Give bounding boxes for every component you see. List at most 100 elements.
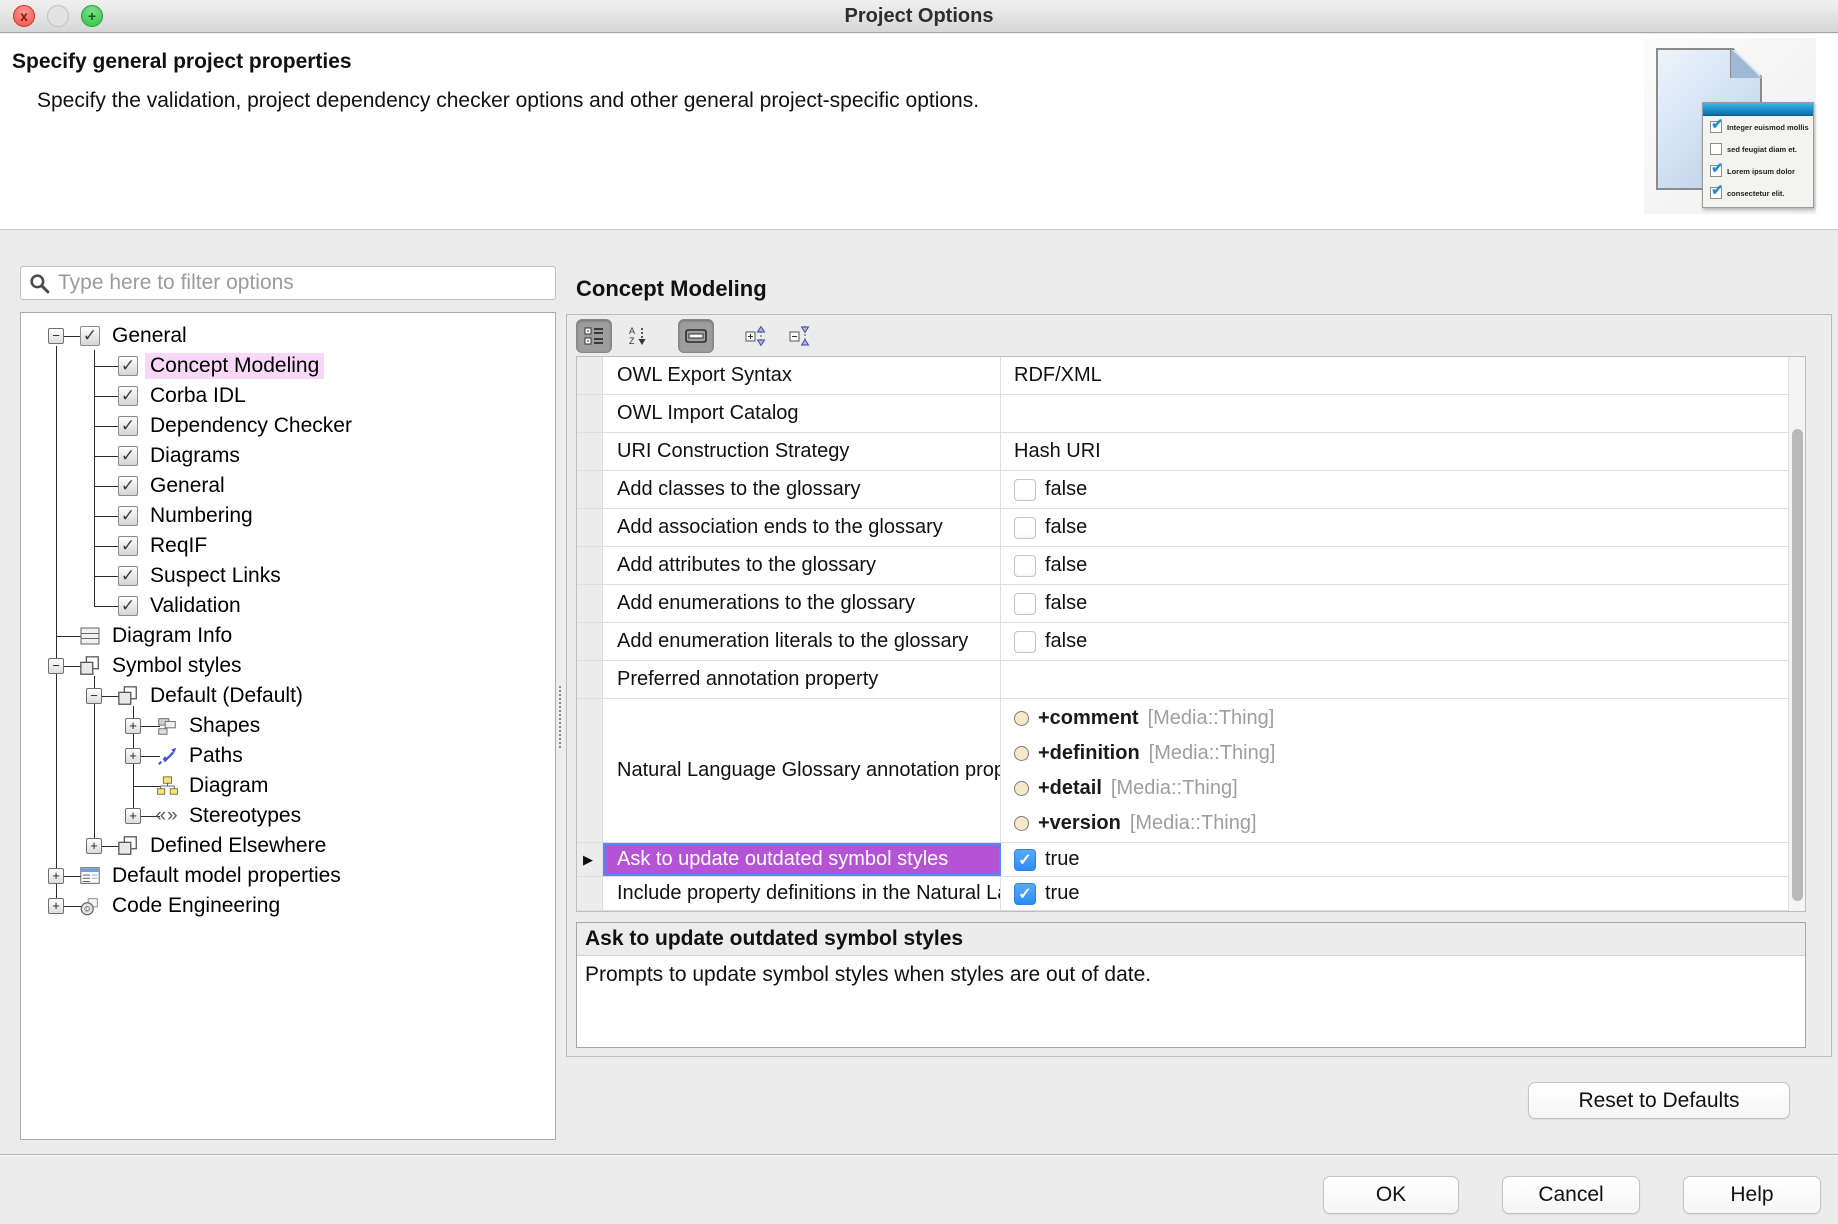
property-name[interactable]: Add attributes to the glossary: [603, 547, 1001, 584]
property-row-owl-export-syntax[interactable]: OWL Export SyntaxRDF/XML: [577, 357, 1805, 395]
property-value[interactable]: false: [1001, 585, 1805, 622]
tree-item-validation[interactable]: ✓Validation: [21, 591, 555, 621]
tree-item-shapes[interactable]: +Shapes: [21, 711, 555, 741]
annotation-property-item[interactable]: +definition[Media::Thing]: [1014, 736, 1275, 771]
reset-to-defaults-button[interactable]: Reset to Defaults: [1528, 1082, 1790, 1119]
property-value[interactable]: Hash URI: [1001, 433, 1805, 470]
tree-collapse-toggle[interactable]: −: [48, 328, 64, 344]
tree-item-numbering[interactable]: ✓Numbering: [21, 501, 555, 531]
tree-expand-toggle[interactable]: +: [48, 898, 64, 914]
property-name[interactable]: Preferred annotation property: [603, 661, 1001, 698]
collapse-all-button[interactable]: [782, 319, 818, 353]
tree-item-suspect-links[interactable]: ✓Suspect Links: [21, 561, 555, 591]
property-name[interactable]: OWL Import Catalog: [603, 395, 1001, 432]
property-value[interactable]: ✓true: [1001, 877, 1805, 910]
tree-item-concept-modeling[interactable]: ✓Concept Modeling: [21, 351, 555, 381]
property-row-uri-construction-strategy[interactable]: URI Construction StrategyHash URI: [577, 433, 1805, 471]
property-value[interactable]: +comment[Media::Thing]+definition[Media:…: [1001, 699, 1805, 842]
property-row-add-enumeration-literals-to-the-glossary[interactable]: Add enumeration literals to the glossary…: [577, 623, 1805, 661]
property-value[interactable]: false: [1001, 509, 1805, 546]
filter-options-input[interactable]: [58, 271, 555, 295]
checkbox-unchecked[interactable]: [1014, 555, 1036, 577]
tree-item-general[interactable]: −✓General: [21, 321, 555, 351]
tree-checkbox[interactable]: ✓: [118, 416, 138, 436]
tree-item-diagram[interactable]: Diagram: [21, 771, 555, 801]
tree-item-code-engineering[interactable]: +DCode Engineering: [21, 891, 555, 921]
tree-item-default-model-properties[interactable]: +Default model properties: [21, 861, 555, 891]
tree-checkbox[interactable]: ✓: [118, 386, 138, 406]
checkbox-unchecked[interactable]: [1014, 631, 1036, 653]
tree-checkbox[interactable]: ✓: [118, 536, 138, 556]
tree-item-defined-elsewhere[interactable]: +Defined Elsewhere: [21, 831, 555, 861]
tree-expand-toggle[interactable]: +: [125, 718, 141, 734]
property-name[interactable]: Add enumerations to the glossary: [603, 585, 1001, 622]
tree-item-paths[interactable]: +Paths: [21, 741, 555, 771]
tree-item-reqif[interactable]: ✓ReqIF: [21, 531, 555, 561]
tree-checkbox[interactable]: ✓: [118, 566, 138, 586]
property-row-preferred-annotation-property[interactable]: Preferred annotation property: [577, 661, 1805, 699]
cancel-button[interactable]: Cancel: [1502, 1176, 1640, 1214]
property-value[interactable]: RDF/XML: [1001, 357, 1805, 394]
show-description-button[interactable]: [678, 319, 714, 353]
annotation-property-item[interactable]: +detail[Media::Thing]: [1014, 771, 1238, 806]
property-value[interactable]: ✓true: [1001, 843, 1805, 876]
scrollbar-thumb[interactable]: [1792, 429, 1803, 901]
tree-item-general[interactable]: ✓General: [21, 471, 555, 501]
annotation-property-item[interactable]: +version[Media::Thing]: [1014, 806, 1257, 841]
tree-item-corba-idl[interactable]: ✓Corba IDL: [21, 381, 555, 411]
tree-collapse-toggle[interactable]: −: [48, 658, 64, 674]
tree-item-default-default[interactable]: −Default (Default): [21, 681, 555, 711]
property-row-add-classes-to-the-glossary[interactable]: Add classes to the glossaryfalse: [577, 471, 1805, 509]
categorized-view-button[interactable]: [576, 319, 612, 353]
tree-checkbox[interactable]: ✓: [118, 356, 138, 376]
checkbox-checked[interactable]: ✓: [1014, 849, 1036, 871]
property-row-ask-to-update-outdated-symbol-styles[interactable]: ▶Ask to update outdated symbol styles✓tr…: [577, 843, 1805, 877]
ok-button[interactable]: OK: [1323, 1176, 1459, 1214]
property-row-add-attributes-to-the-glossary[interactable]: Add attributes to the glossary false: [577, 547, 1805, 585]
property-row-natural-language-glossary-annotation-property-list[interactable]: Natural Language Glossary annotation pro…: [577, 699, 1805, 843]
property-row-add-association-ends-to-the-glossary[interactable]: Add association ends to the glossaryfals…: [577, 509, 1805, 547]
property-name[interactable]: Add association ends to the glossary: [603, 509, 1001, 546]
tree-checkbox[interactable]: ✓: [118, 476, 138, 496]
panel-splitter-handle[interactable]: [559, 686, 562, 748]
tree-checkbox[interactable]: ✓: [118, 596, 138, 616]
property-name[interactable]: OWL Export Syntax: [603, 357, 1001, 394]
tree-item-diagrams[interactable]: ✓Diagrams: [21, 441, 555, 471]
tree-checkbox[interactable]: ✓: [118, 446, 138, 466]
vertical-scrollbar[interactable]: [1788, 357, 1805, 911]
tree-collapse-toggle[interactable]: −: [86, 688, 102, 704]
property-name[interactable]: Natural Language Glossary annotation pro…: [603, 699, 1001, 842]
property-value[interactable]: false: [1001, 623, 1805, 660]
property-name[interactable]: Add classes to the glossary: [603, 471, 1001, 508]
tree-expand-toggle[interactable]: +: [125, 748, 141, 764]
sort-alphabetically-button[interactable]: A Z: [620, 319, 656, 353]
property-name[interactable]: URI Construction Strategy: [603, 433, 1001, 470]
tree-checkbox[interactable]: ✓: [118, 506, 138, 526]
tree-expand-toggle[interactable]: +: [48, 868, 64, 884]
property-row-owl-import-catalog[interactable]: OWL Import Catalog: [577, 395, 1805, 433]
tree-item-stereotypes[interactable]: +«»Stereotypes: [21, 801, 555, 831]
tree-expand-toggle[interactable]: +: [86, 838, 102, 854]
expand-all-button[interactable]: [738, 319, 774, 353]
property-row-add-enumerations-to-the-glossary[interactable]: Add enumerations to the glossaryfalse: [577, 585, 1805, 623]
property-name[interactable]: Add enumeration literals to the glossary: [603, 623, 1001, 660]
property-row-include-property-definitions-in-the-natural-langua[interactable]: Include property definitions in the Natu…: [577, 877, 1805, 911]
checkbox-unchecked[interactable]: [1014, 479, 1036, 501]
bool-value-label: false: [1045, 554, 1087, 577]
property-value[interactable]: false: [1001, 471, 1805, 508]
checkbox-unchecked[interactable]: [1014, 517, 1036, 539]
property-value[interactable]: false: [1001, 547, 1805, 584]
tree-item-dependency-checker[interactable]: ✓Dependency Checker: [21, 411, 555, 441]
property-name[interactable]: Include property definitions in the Natu…: [603, 877, 1001, 910]
tree-checkbox[interactable]: ✓: [80, 326, 100, 346]
tree-item-diagram-info[interactable]: Diagram Info: [21, 621, 555, 651]
tree-expand-toggle[interactable]: +: [125, 808, 141, 824]
property-value[interactable]: [1001, 661, 1805, 698]
checkbox-unchecked[interactable]: [1014, 593, 1036, 615]
property-name[interactable]: Ask to update outdated symbol styles: [603, 843, 1001, 876]
annotation-property-item[interactable]: +comment[Media::Thing]: [1014, 701, 1274, 736]
help-button[interactable]: Help: [1683, 1176, 1821, 1214]
tree-item-symbol-styles[interactable]: −Symbol styles: [21, 651, 555, 681]
property-value[interactable]: [1001, 395, 1805, 432]
checkbox-checked[interactable]: ✓: [1014, 883, 1036, 905]
